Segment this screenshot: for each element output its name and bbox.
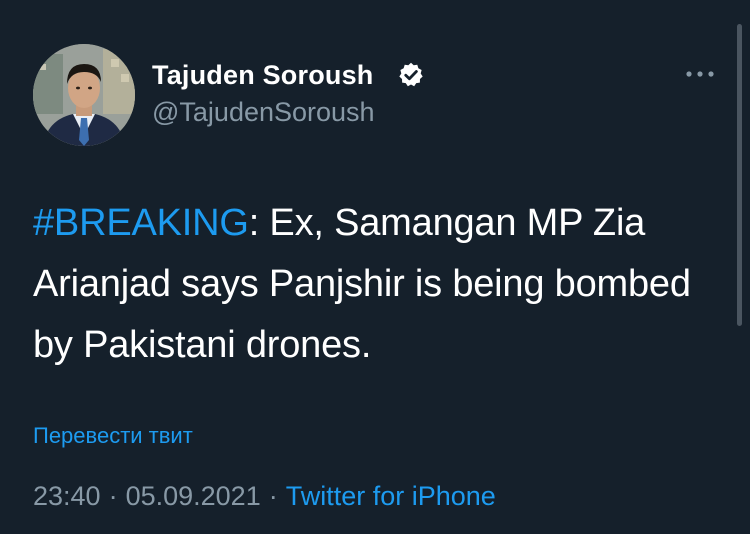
meta-separator-2: · <box>268 481 278 511</box>
hashtag-link[interactable]: #BREAKING <box>33 202 249 244</box>
verified-badge-icon <box>399 62 423 87</box>
avatar[interactable] <box>33 44 135 146</box>
tweet-time: 23:40 <box>33 481 101 511</box>
translate-tweet-link[interactable]: Перевести твит <box>33 423 193 449</box>
tweet-detail: Tajuden Soroush @TajudenSoroush #BREAKIN… <box>0 0 750 534</box>
tweet-date[interactable]: 05.09.2021 <box>126 481 261 511</box>
scrollbar[interactable] <box>737 24 742 326</box>
author-name[interactable]: Tajuden Soroush <box>152 60 374 91</box>
more-horizontal-icon[interactable] <box>684 62 716 86</box>
tweet-meta: 23:40 · 05.09.2021 · Twitter for iPhone <box>33 481 496 512</box>
tweet-source-link[interactable]: Twitter for iPhone <box>286 481 496 511</box>
avatar-image <box>33 44 135 146</box>
author-handle[interactable]: @TajudenSoroush <box>152 97 375 128</box>
tweet-text: #BREAKING: Ex, Samangan MP Zia Arianjad … <box>33 193 723 376</box>
meta-separator: · <box>108 481 118 511</box>
